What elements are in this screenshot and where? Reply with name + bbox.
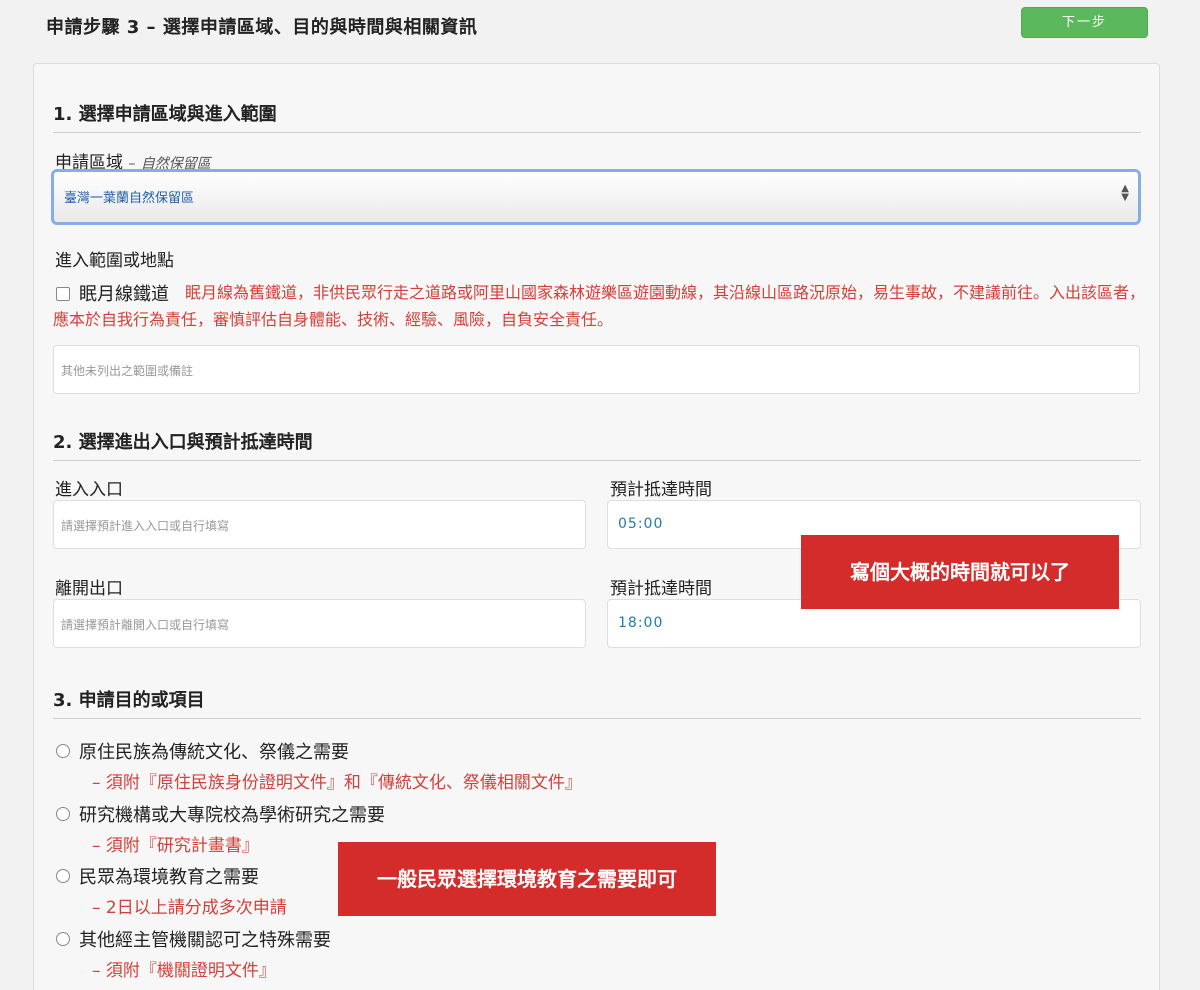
section3-heading: 3. 申請目的或項目 — [53, 686, 1141, 719]
purpose-label-research[interactable]: 研究機構或大專院校為學術研究之需要 — [79, 801, 385, 827]
purpose-note-research: – 須附『研究計畫書』 — [92, 836, 259, 856]
purpose-radio-research[interactable] — [56, 807, 70, 821]
purpose-note-indigenous: – 須附『原住民族身份證明文件』和『傳統文化、祭儀相關文件』 — [92, 773, 582, 793]
other-range-placeholder: 其他未列出之範圍或備註 — [61, 364, 194, 378]
exit-placeholder: 請選擇預計離開入口或自行填寫 — [61, 618, 230, 632]
area-select-value: 臺灣一葉蘭自然保留區 — [64, 191, 195, 206]
purpose-label-other[interactable]: 其他經主管機關認可之特殊需要 — [79, 926, 331, 952]
time-hint-callout: 寫個大概的時間就可以了 — [801, 535, 1119, 609]
entry-placeholder: 請選擇預計進入入口或自行填寫 — [61, 519, 230, 533]
purpose-radio-education[interactable] — [56, 869, 70, 883]
application-step3-page: 申請步驟 3 – 選擇申請區域、目的與時間與相關資訊 下一步 1. 選擇申請區域… — [0, 0, 1200, 990]
purpose-note-other: – 須附『機關證明文件』 — [92, 961, 276, 981]
entry-input[interactable]: 請選擇預計進入入口或自行填寫 — [53, 500, 586, 549]
purpose-label-indigenous[interactable]: 原住民族為傳統文化、祭儀之需要 — [79, 738, 349, 764]
purpose-note-education: – 2日以上請分成多次申請 — [92, 898, 287, 918]
purpose-label-education[interactable]: 民眾為環境教育之需要 — [79, 863, 259, 889]
purpose-radio-other[interactable] — [56, 932, 70, 946]
rail-warning-text: 眠月線為舊鐵道，非供民眾行走之道路或阿里山國家森林遊樂區遊園動線，其沿線山區路況… — [53, 283, 1146, 329]
entry-label: 進入入口 — [55, 480, 123, 500]
page-title: 申請步驟 3 – 選擇申請區域、目的與時間與相關資訊 — [46, 17, 478, 38]
exit-input[interactable]: 請選擇預計離開入口或自行填寫 — [53, 599, 586, 648]
exit-time-label: 預計抵達時間 — [610, 579, 712, 599]
other-range-input[interactable]: 其他未列出之範圍或備註 — [53, 345, 1140, 394]
section1-heading: 1. 選擇申請區域與進入範圍 — [53, 100, 1141, 133]
area-select[interactable]: 臺灣一葉蘭自然保留區 ▲ ▼ — [51, 169, 1141, 225]
exit-label: 離開出口 — [55, 579, 123, 599]
range-label: 進入範圍或地點 — [55, 251, 174, 271]
entry-time-value: 05:00 — [618, 516, 664, 532]
exit-time-value: 18:00 — [618, 615, 664, 631]
section2-heading: 2. 選擇進出入口與預計抵達時間 — [53, 428, 1141, 461]
entry-time-label: 預計抵達時間 — [610, 480, 712, 500]
select-arrows-icon: ▲ ▼ — [1121, 183, 1129, 203]
next-step-button[interactable]: 下一步 — [1021, 7, 1148, 38]
purpose-radio-indigenous[interactable] — [56, 744, 70, 758]
purpose-hint-callout: 一般民眾選擇環境教育之需要即可 — [338, 842, 716, 916]
